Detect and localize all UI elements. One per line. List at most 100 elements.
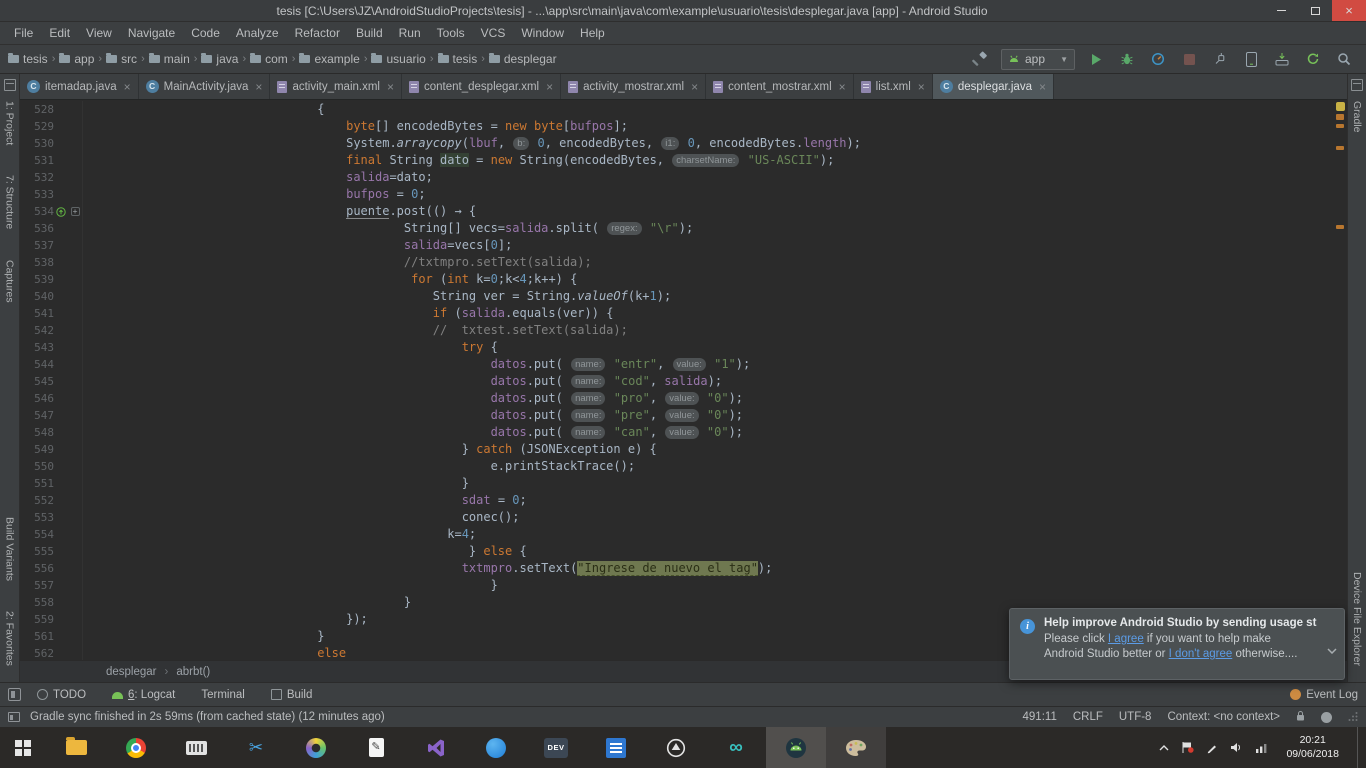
minimize-button[interactable] <box>1264 0 1298 21</box>
close-tab-icon[interactable]: × <box>255 80 262 94</box>
breadcrumb-item-main[interactable]: main <box>149 52 190 66</box>
gutter[interactable]: 532 <box>20 169 82 186</box>
tool-stripe-icon[interactable] <box>4 79 16 91</box>
gutter[interactable]: 562 <box>20 645 82 660</box>
gutter[interactable]: 536 <box>20 220 82 237</box>
gutter[interactable]: 543 <box>20 339 82 356</box>
taskbar-skype-icon[interactable] <box>466 727 526 768</box>
close-tab-icon[interactable]: × <box>839 80 846 94</box>
tab-itemadap-java[interactable]: Citemadap.java× <box>20 74 139 99</box>
code-line[interactable]: 529 byte[] encodedBytes = new byte[bufpo… <box>20 118 1347 135</box>
warning-mark[interactable] <box>1336 225 1344 229</box>
gutter[interactable]: 558 <box>20 594 82 611</box>
tab-content-mostrar-xml[interactable]: content_mostrar.xml× <box>706 74 854 99</box>
gutter[interactable]: 551 <box>20 475 82 492</box>
gutter[interactable]: 559 <box>20 611 82 628</box>
code-line[interactable]: 537 salida=vecs[0]; <box>20 237 1347 254</box>
close-tab-icon[interactable]: × <box>918 80 925 94</box>
gutter[interactable]: 540 <box>20 288 82 305</box>
code-line[interactable]: 549 } catch (JSONException e) { <box>20 441 1347 458</box>
taskbar-chrome-icon[interactable] <box>106 727 166 768</box>
toolwindow-button-6-logcat[interactable]: 6: Logcat <box>112 689 175 701</box>
code-line[interactable]: 548 datos.put( name: "can", value: "0"); <box>20 424 1347 441</box>
close-button[interactable]: × <box>1332 0 1366 21</box>
gutter[interactable]: 557 <box>20 577 82 594</box>
toolwindow-switcher-icon[interactable] <box>8 688 21 701</box>
breadcrumb-item-desplegar[interactable]: desplegar <box>489 52 557 66</box>
gutter[interactable]: 537 <box>20 237 82 254</box>
fold-plus-icon[interactable]: + <box>71 207 80 216</box>
code-line[interactable]: 557 } <box>20 577 1347 594</box>
taskbar-picpick-icon[interactable] <box>286 727 346 768</box>
code-line[interactable]: 544 datos.put( name: "entr", value: "1")… <box>20 356 1347 373</box>
warning-mark[interactable] <box>1336 114 1344 120</box>
taskbar-visual-studio-icon[interactable] <box>406 727 466 768</box>
gutter[interactable]: 546 <box>20 390 82 407</box>
tool-button-1-project[interactable]: 1: Project <box>4 101 16 145</box>
menu-vcs[interactable]: VCS <box>473 26 514 40</box>
maximize-button[interactable] <box>1298 0 1332 21</box>
menu-tools[interactable]: Tools <box>429 26 473 40</box>
search-everywhere-icon[interactable] <box>1334 49 1354 69</box>
sdk-manager-icon[interactable] <box>1272 49 1292 69</box>
breadcrumb-item-tesis[interactable]: tesis <box>8 52 48 66</box>
gutter[interactable]: 539 <box>20 271 82 288</box>
gutter[interactable]: 553 <box>20 509 82 526</box>
menu-view[interactable]: View <box>78 26 120 40</box>
lock-icon[interactable] <box>1296 710 1305 724</box>
code-line[interactable]: 532 salida=dato; <box>20 169 1347 186</box>
close-tab-icon[interactable]: × <box>124 80 131 94</box>
breadcrumb-item-usuario[interactable]: usuario <box>371 52 425 66</box>
code-line[interactable]: 550 e.printStackTrace(); <box>20 458 1347 475</box>
gradle-stripe-icon[interactable] <box>1351 79 1363 91</box>
code-line[interactable]: 552 sdat = 0; <box>20 492 1347 509</box>
stop-button[interactable] <box>1179 49 1199 69</box>
breadcrumb-item-src[interactable]: src <box>106 52 137 66</box>
toolwindow-button-terminal[interactable]: Terminal <box>201 689 244 701</box>
taskbar-unity-icon[interactable] <box>646 727 706 768</box>
gutter[interactable]: 541 <box>20 305 82 322</box>
fold-marker-icon[interactable]: + <box>68 203 82 220</box>
gutter[interactable]: 554 <box>20 526 82 543</box>
close-tab-icon[interactable]: × <box>691 80 698 94</box>
tool-button-7-structure[interactable]: 7: Structure <box>4 175 16 229</box>
gutter[interactable]: 542 <box>20 322 82 339</box>
menu-refactor[interactable]: Refactor <box>287 26 348 40</box>
menu-edit[interactable]: Edit <box>41 26 78 40</box>
run-button[interactable] <box>1086 49 1106 69</box>
file-encoding[interactable]: UTF-8 <box>1119 711 1152 723</box>
toolwindow-button-build[interactable]: Build <box>271 689 313 701</box>
tray-chevron-up-icon[interactable] <box>1159 745 1169 751</box>
tray-pen-icon[interactable] <box>1206 742 1218 754</box>
tab-activity-main-xml[interactable]: activity_main.xml× <box>270 74 402 99</box>
taskbar-devcpp-icon[interactable]: DEV <box>526 727 586 768</box>
tab-content-desplegar-xml[interactable]: content_desplegar.xml× <box>402 74 561 99</box>
code-line[interactable]: 554 k=4; <box>20 526 1347 543</box>
gutter[interactable]: 531 <box>20 152 82 169</box>
breadcrumb-item-tesis[interactable]: tesis <box>438 52 478 66</box>
tab-mainactivity-java[interactable]: CMainActivity.java× <box>139 74 271 99</box>
caret-position[interactable]: 491:11 <box>1023 711 1057 723</box>
gutter[interactable]: 561 <box>20 628 82 645</box>
code-line[interactable]: 530 System.arraycopy(lbuf, b: 0, encoded… <box>20 135 1347 152</box>
tray-network-icon[interactable] <box>1255 742 1268 753</box>
tool-button-gradle[interactable]: Gradle <box>1351 101 1363 133</box>
tool-button-device-file-explorer[interactable]: Device File Explorer <box>1351 572 1363 666</box>
code-line[interactable]: 528 { <box>20 101 1347 118</box>
taskbar-blue-tile-icon[interactable] <box>586 727 646 768</box>
gutter[interactable]: 548 <box>20 424 82 441</box>
code-line[interactable]: 534+ puente.post(() → { <box>20 203 1347 220</box>
code-line[interactable]: 556 txtmpro.setText("Ingrese de nuevo el… <box>20 560 1347 577</box>
agree-link[interactable]: I agree <box>1108 633 1144 645</box>
code-line[interactable]: 555 } else { <box>20 543 1347 560</box>
breadcrumb-item-example[interactable]: example <box>299 52 359 66</box>
menu-navigate[interactable]: Navigate <box>120 26 183 40</box>
gutter[interactable]: 538 <box>20 254 82 271</box>
gutter[interactable]: 529 <box>20 118 82 135</box>
gutter[interactable]: 556 <box>20 560 82 577</box>
menu-build[interactable]: Build <box>348 26 391 40</box>
gutter[interactable]: 528 <box>20 101 82 118</box>
gutter[interactable]: 547 <box>20 407 82 424</box>
code-line[interactable]: 546 datos.put( name: "pro", value: "0"); <box>20 390 1347 407</box>
toolwindow-button-event-log[interactable]: Event Log <box>1290 689 1358 701</box>
